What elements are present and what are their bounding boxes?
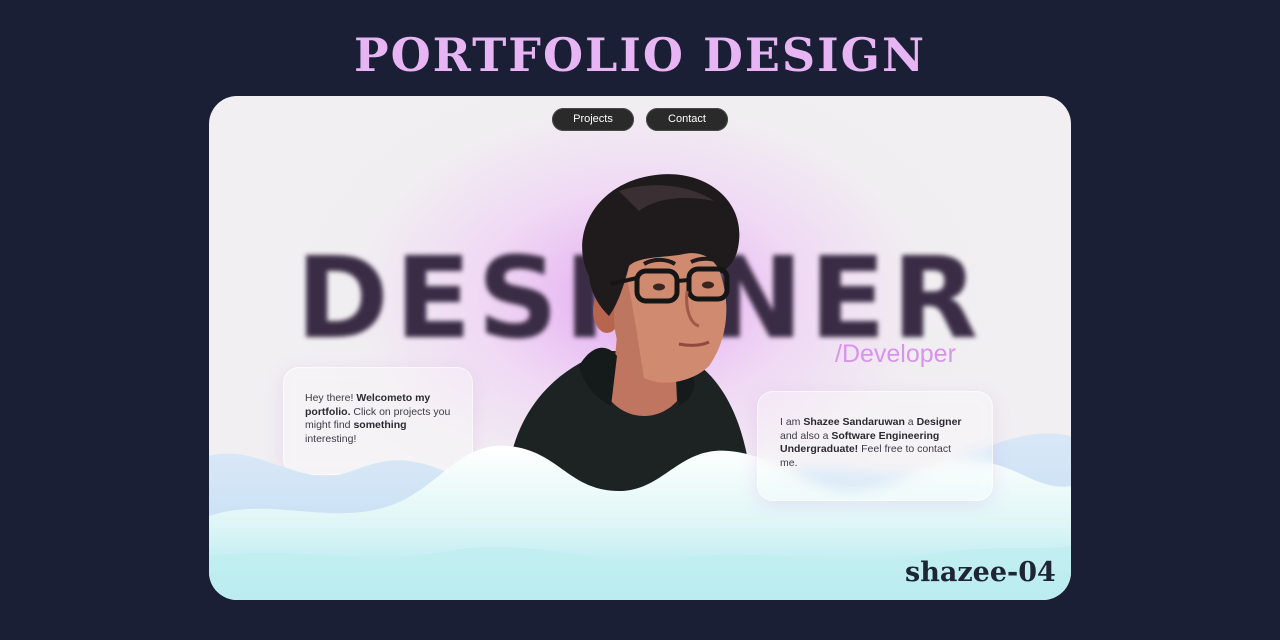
about-card: I am Shazee Sandaruwan a Designer and al… <box>757 391 993 501</box>
portfolio-card: Projects Contact DESIGNER /Developer <box>209 96 1071 600</box>
page-title: PORTFOLIO DESIGN <box>353 28 926 82</box>
about-text: I am Shazee Sandaruwan a Designer and al… <box>780 416 962 469</box>
brand-signature: shazee-04 <box>905 557 1056 588</box>
cloud-decoration <box>209 433 1071 600</box>
